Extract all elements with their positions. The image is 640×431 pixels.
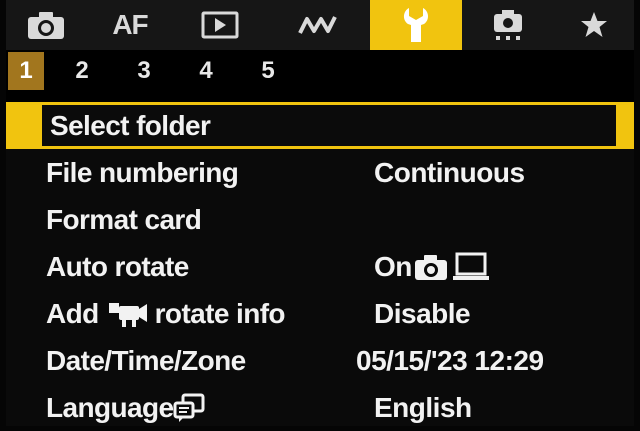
tab-af-label: AF <box>112 9 148 40</box>
page-tab-3[interactable]: 3 <box>126 52 162 90</box>
menu-item-date-time-zone[interactable]: Date/Time/Zone 05/15/'23 12:29 <box>6 337 634 384</box>
page-tabs: 1 2 3 4 5 <box>6 50 634 92</box>
tab-af[interactable]: AF <box>86 0 174 50</box>
camera-icon <box>414 254 447 280</box>
divider <box>6 92 634 102</box>
tab-custom-functions[interactable] <box>462 0 554 50</box>
menu-item-label-group: Language <box>46 392 205 424</box>
menu-item-value: Disable <box>374 297 471 329</box>
tab-my-menu[interactable] <box>554 0 634 50</box>
tab-playback[interactable] <box>174 0 266 50</box>
menu-item-label: Auto rotate <box>46 250 189 282</box>
wireless-icon <box>298 16 337 34</box>
menu-item-value-group: On <box>374 251 490 283</box>
menu-item-value: English <box>374 391 472 423</box>
camera-menu-screen: AF 1 2 3 4 5 Select folder File numberin… <box>6 0 634 426</box>
language-icon <box>173 393 205 422</box>
menu-item-label: Language <box>46 391 174 423</box>
menu-item-value: Continuous <box>374 156 525 188</box>
page-tab-2[interactable]: 2 <box>64 52 100 90</box>
computer-icon <box>452 252 489 280</box>
page-tab-5[interactable]: 5 <box>250 52 286 90</box>
wrench-icon <box>403 8 429 42</box>
custom-functions-icon <box>494 10 522 40</box>
menu-item-label: Date/Time/Zone <box>46 344 246 376</box>
playback-icon <box>201 11 239 39</box>
movie-icon <box>108 302 147 327</box>
menu-item-file-numbering[interactable]: File numbering Continuous <box>6 149 634 196</box>
tab-wireless[interactable] <box>266 0 370 50</box>
menu-item-format-card[interactable]: Format card <box>6 196 634 243</box>
setup-menu-list: Select folder File numbering Continuous … <box>6 102 634 431</box>
selection-highlight: Select folder <box>42 105 616 146</box>
tab-setup[interactable] <box>370 0 462 50</box>
star-icon <box>581 12 607 37</box>
menu-item-value: 05/15/'23 12:29 <box>356 344 544 376</box>
menu-item-value: On <box>374 250 412 282</box>
tab-shooting[interactable] <box>6 0 86 50</box>
menu-item-label-start: Add <box>46 297 99 329</box>
menu-item-auto-rotate[interactable]: Auto rotate On <box>6 243 634 290</box>
menu-item-label: Format card <box>46 203 202 235</box>
menu-item-label: File numbering <box>46 156 239 188</box>
page-tab-4[interactable]: 4 <box>188 52 224 90</box>
menu-item-label-group: Add rotate info <box>46 297 286 330</box>
menu-item-add-rotate-info[interactable]: Add rotate info Disable <box>6 290 634 337</box>
menu-item-select-folder[interactable]: Select folder <box>6 102 634 149</box>
page-tab-1[interactable]: 1 <box>8 52 44 90</box>
menu-item-language[interactable]: Language English <box>6 384 634 431</box>
menu-tab-bar: AF <box>6 0 634 50</box>
camera-icon <box>28 12 64 39</box>
menu-item-label: Select folder <box>50 109 211 141</box>
menu-item-label-end: rotate info <box>154 297 286 329</box>
